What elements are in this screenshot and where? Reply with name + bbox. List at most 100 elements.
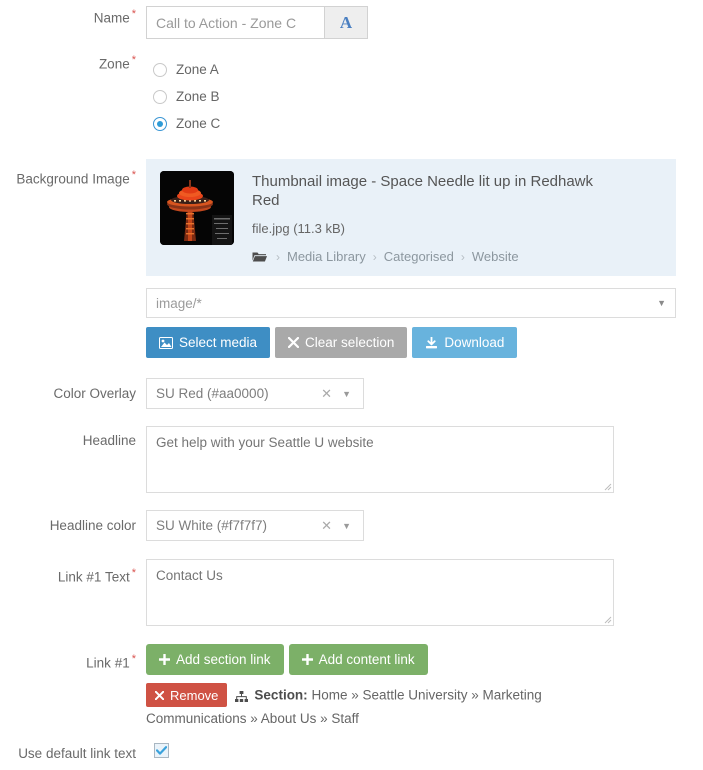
label-use-default-link-text-text: Use default link text xyxy=(18,745,136,761)
label-color-overlay: Color Overlay xyxy=(0,378,146,402)
radio-icon[interactable] xyxy=(153,62,167,77)
media-action-buttons: Select media Clear selection Download xyxy=(146,327,703,358)
zone-radio-group: Zone A Zone B Zone C xyxy=(146,52,703,137)
label-link1-text-text: Link #1 Text xyxy=(57,569,130,585)
radio-label: Zone B xyxy=(176,89,220,104)
media-thumbnail xyxy=(160,171,234,245)
radio-label: Zone A xyxy=(176,62,219,77)
media-filename: file.jpg (11.3 kB) xyxy=(252,221,345,236)
text-format-button[interactable]: A xyxy=(324,7,367,38)
name-input-group: A xyxy=(146,6,368,39)
required-marker: * xyxy=(131,653,136,665)
plus-icon xyxy=(301,654,313,665)
remove-link-button[interactable]: Remove xyxy=(146,683,228,707)
label-zone: Zone * xyxy=(0,52,146,73)
required-marker: * xyxy=(131,567,136,579)
field-row-headline-color: Headline color SU White (#f7f7f7) ✕ ▼ xyxy=(0,510,703,541)
label-zone-text: Zone xyxy=(98,56,130,72)
select-media-label: Select media xyxy=(179,335,258,350)
label-headline-text: Headline xyxy=(82,433,136,448)
label-link1: Link #1 * xyxy=(0,644,146,672)
field-link1-text xyxy=(146,559,703,626)
remove-link-label: Remove xyxy=(170,687,219,703)
field-link1: Add section link Add content link Remove… xyxy=(146,644,703,729)
breadcrumb-separator: › xyxy=(276,249,280,264)
headline-color-value: SU White (#f7f7f7) xyxy=(156,518,268,533)
image-icon xyxy=(159,336,173,349)
chevron-down-icon: ▼ xyxy=(657,298,666,308)
sitemap-icon xyxy=(235,687,249,708)
label-background-image: Background Image * xyxy=(0,159,146,188)
close-icon xyxy=(288,337,300,348)
chevron-down-icon[interactable]: ▼ xyxy=(342,521,363,531)
field-use-default-link-text xyxy=(146,742,703,758)
mime-type-value: image/* xyxy=(156,295,202,311)
required-marker: * xyxy=(131,8,136,20)
download-icon xyxy=(425,336,438,349)
add-content-link-button[interactable]: Add content link xyxy=(288,644,428,675)
clear-icon[interactable]: ✕ xyxy=(311,386,342,402)
download-label: Download xyxy=(444,335,505,350)
link-add-buttons: Add section link Add content link xyxy=(146,644,703,675)
breadcrumb-item-media-library[interactable]: Media Library xyxy=(287,249,366,264)
breadcrumb-item-categorised[interactable]: Categorised xyxy=(384,249,454,264)
link1-text-textarea[interactable] xyxy=(146,559,614,626)
label-headline-color: Headline color xyxy=(0,510,146,534)
field-row-use-default-link-text: Use default link text xyxy=(0,742,703,762)
field-background-image: Thumbnail image - Space Needle lit up in… xyxy=(146,159,703,358)
mime-type-select[interactable]: image/* ▼ xyxy=(146,288,676,318)
label-background-image-text: Background Image xyxy=(16,171,130,187)
label-color-overlay-text: Color Overlay xyxy=(53,386,136,401)
chevron-down-icon[interactable]: ▼ xyxy=(342,389,363,399)
section-label: Section: xyxy=(254,687,308,703)
add-content-link-label: Add content link xyxy=(318,652,415,667)
radio-icon[interactable] xyxy=(153,89,167,104)
field-row-background-image: Background Image * Thumbnail image - Spa… xyxy=(0,159,703,358)
clear-selection-button[interactable]: Clear selection xyxy=(275,327,408,358)
plus-icon xyxy=(159,654,170,665)
headline-color-select[interactable]: SU White (#f7f7f7) ✕ ▼ xyxy=(146,510,364,541)
add-section-link-label: Add section link xyxy=(176,652,271,667)
field-color-overlay: SU Red (#aa0000) ✕ ▼ xyxy=(146,378,703,409)
content-edit-form: Name* A Zone* Zone A Zone B Zone C xyxy=(0,0,703,762)
radio-option-zone-c[interactable]: Zone C xyxy=(146,110,703,137)
folder-open-icon xyxy=(252,251,267,263)
field-name: A xyxy=(146,6,703,39)
headline-textarea[interactable] xyxy=(146,426,614,493)
field-row-color-overlay: Color Overlay SU Red (#aa0000) ✕ ▼ xyxy=(0,378,703,409)
media-breadcrumb: › Media Library › Categorised › Website xyxy=(252,249,612,264)
color-overlay-select[interactable]: SU Red (#aa0000) ✕ ▼ xyxy=(146,378,364,409)
field-row-headline: Headline xyxy=(0,426,703,493)
required-marker: * xyxy=(131,169,136,181)
use-default-link-text-checkbox[interactable] xyxy=(154,742,169,758)
label-link1-text: Link #1 xyxy=(86,655,130,671)
clear-icon[interactable]: ✕ xyxy=(311,518,342,534)
label-link1-text: Link #1 Text * xyxy=(0,559,146,586)
space-needle-image xyxy=(160,171,234,245)
field-row-name: Name* A xyxy=(0,0,703,39)
color-overlay-value: SU Red (#aa0000) xyxy=(156,386,269,401)
media-title: Thumbnail image - Space Needle lit up in… xyxy=(252,173,594,209)
radio-icon-selected[interactable] xyxy=(153,116,167,131)
breadcrumb-separator: › xyxy=(372,249,377,264)
field-row-zone: Zone * Zone A Zone B Zone C xyxy=(0,52,703,137)
link1-textarea-wrap xyxy=(146,559,614,626)
add-section-link-button[interactable]: Add section link xyxy=(146,644,284,675)
clear-selection-label: Clear selection xyxy=(305,335,395,350)
label-headline-color-text: Headline color xyxy=(49,518,136,533)
field-row-link1-text: Link #1 Text * xyxy=(0,559,703,626)
radio-option-zone-a[interactable]: Zone A xyxy=(146,56,703,83)
field-row-link1: Link #1 * Add section link Add content li… xyxy=(0,644,703,729)
field-headline-color: SU White (#f7f7f7) ✕ ▼ xyxy=(146,510,703,541)
link1-selected-item: Remove Section: Home » Seattle Universit… xyxy=(146,683,546,729)
headline-textarea-wrap xyxy=(146,426,614,493)
label-name: Name * xyxy=(0,6,146,27)
name-input[interactable] xyxy=(147,7,324,38)
select-media-button[interactable]: Select media xyxy=(146,327,271,358)
breadcrumb-item-website[interactable]: Website xyxy=(472,249,519,264)
radio-option-zone-b[interactable]: Zone B xyxy=(146,83,703,110)
close-icon xyxy=(155,690,164,700)
download-button[interactable]: Download xyxy=(412,327,518,358)
breadcrumb-separator: › xyxy=(460,249,465,264)
label-use-default-link-text: Use default link text xyxy=(0,743,146,762)
